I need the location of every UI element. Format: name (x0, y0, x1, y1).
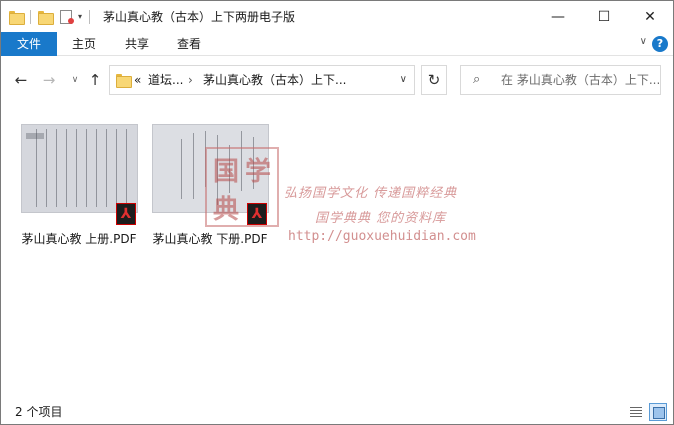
customize-dropdown-icon[interactable]: ▾ (78, 12, 82, 21)
folder-icon[interactable] (9, 10, 25, 25)
search-box[interactable]: ⌕ 在 茅山真心教（古本）上下... (460, 65, 661, 95)
recent-locations-chevron-icon[interactable]: ∨ (65, 70, 85, 90)
folder-icon (116, 74, 132, 88)
navigation-bar: ← → ∨ ↑ « 道坛... › 茅山真心教（古本）上下... ∨ ↻ ⌕ 在… (1, 56, 673, 104)
tab-file[interactable]: 文件 (1, 32, 57, 56)
thumb-line (86, 129, 87, 207)
thumb-line (96, 129, 97, 207)
new-folder-icon[interactable] (38, 10, 54, 25)
help-icon[interactable]: ? (652, 36, 668, 52)
watermark-url: http://guoxuehuidian.com (288, 229, 476, 244)
thumb-line (36, 129, 37, 207)
thumb-line (66, 129, 67, 207)
ribbon-expand-icon[interactable]: ∨ (640, 36, 647, 47)
search-input[interactable]: 在 茅山真心教（古本）上下... (501, 66, 659, 94)
thumb-line (76, 129, 77, 207)
thumb-line (181, 139, 182, 199)
status-bar: 2 个项目 (1, 400, 673, 424)
breadcrumb-separator[interactable]: › (188, 66, 193, 94)
refresh-button[interactable]: ↻ (421, 65, 447, 95)
file-list: ⅄ 茅山真心教 上册.PDF ⅄ 茅山真心教 下册.PDF 国 学 典 弘扬国学… (1, 104, 673, 400)
details-view-icon[interactable] (627, 403, 645, 421)
ribbon-tabs: 文件 主页 共享 查看 ∨ ? (1, 32, 673, 56)
large-icons-view-icon[interactable] (649, 403, 667, 421)
thumb-line (116, 129, 117, 207)
thumb-line (126, 129, 127, 207)
thumb-line (106, 129, 107, 207)
watermark-stamp-char: 典 (213, 195, 240, 225)
toolbar-separator (30, 9, 31, 24)
pdf-thumbnail (21, 124, 138, 213)
toolbar-separator (89, 9, 91, 24)
thumb-line (56, 129, 57, 207)
back-arrow-icon[interactable]: ← (11, 70, 31, 90)
tab-view[interactable]: 查看 (163, 32, 215, 56)
thumb-line (193, 133, 194, 199)
tab-home[interactable]: 主页 (57, 32, 111, 56)
thumb-mark (26, 133, 44, 139)
file-item[interactable]: ⅄ 茅山真心教 上册.PDF (15, 124, 145, 254)
search-icon: ⌕ (473, 72, 481, 87)
quick-access-toolbar: ▾ (1, 1, 97, 32)
watermark-slogan: 弘扬国学文化 传递国粹经典 (284, 186, 458, 201)
address-dropdown-icon[interactable]: ∨ (400, 66, 407, 94)
thumb-line (46, 129, 47, 207)
tab-share[interactable]: 共享 (111, 32, 163, 56)
address-bar[interactable]: « 道坛... › 茅山真心教（古本）上下... ∨ (109, 65, 415, 95)
breadcrumb-item[interactable]: 道坛... (148, 66, 183, 94)
close-button[interactable]: ✕ (627, 1, 673, 32)
breadcrumb-overflow[interactable]: « (134, 66, 141, 94)
minimize-button[interactable]: — (535, 1, 581, 32)
window-title: 茅山真心教（古本）上下两册电子版 (103, 10, 296, 24)
file-name[interactable]: 茅山真心教 上册.PDF (14, 230, 144, 247)
forward-arrow-icon[interactable]: → (39, 70, 59, 90)
pdf-icon: ⅄ (116, 203, 136, 225)
watermark-tagline: 国学典典 您的资料库 (315, 211, 447, 226)
watermark-stamp: 国 学 典 (205, 147, 279, 227)
item-count: 2 个项目 (15, 405, 63, 419)
file-name[interactable]: 茅山真心教 下册.PDF (145, 230, 275, 247)
watermark-stamp-char: 国 (213, 157, 240, 187)
properties-icon[interactable] (60, 9, 74, 24)
watermark-stamp-char: 学 (245, 157, 272, 187)
up-arrow-icon[interactable]: ↑ (85, 70, 105, 90)
title-bar: ▾ 茅山真心教（古本）上下两册电子版 — ☐ ✕ (1, 1, 673, 32)
maximize-button[interactable]: ☐ (581, 1, 627, 32)
breadcrumb-item[interactable]: 茅山真心教（古本）上下... (203, 66, 346, 94)
window-controls: — ☐ ✕ (535, 1, 673, 32)
explorer-window: ▾ 茅山真心教（古本）上下两册电子版 — ☐ ✕ 文件 主页 共享 查看 ∨ ?… (0, 0, 674, 425)
